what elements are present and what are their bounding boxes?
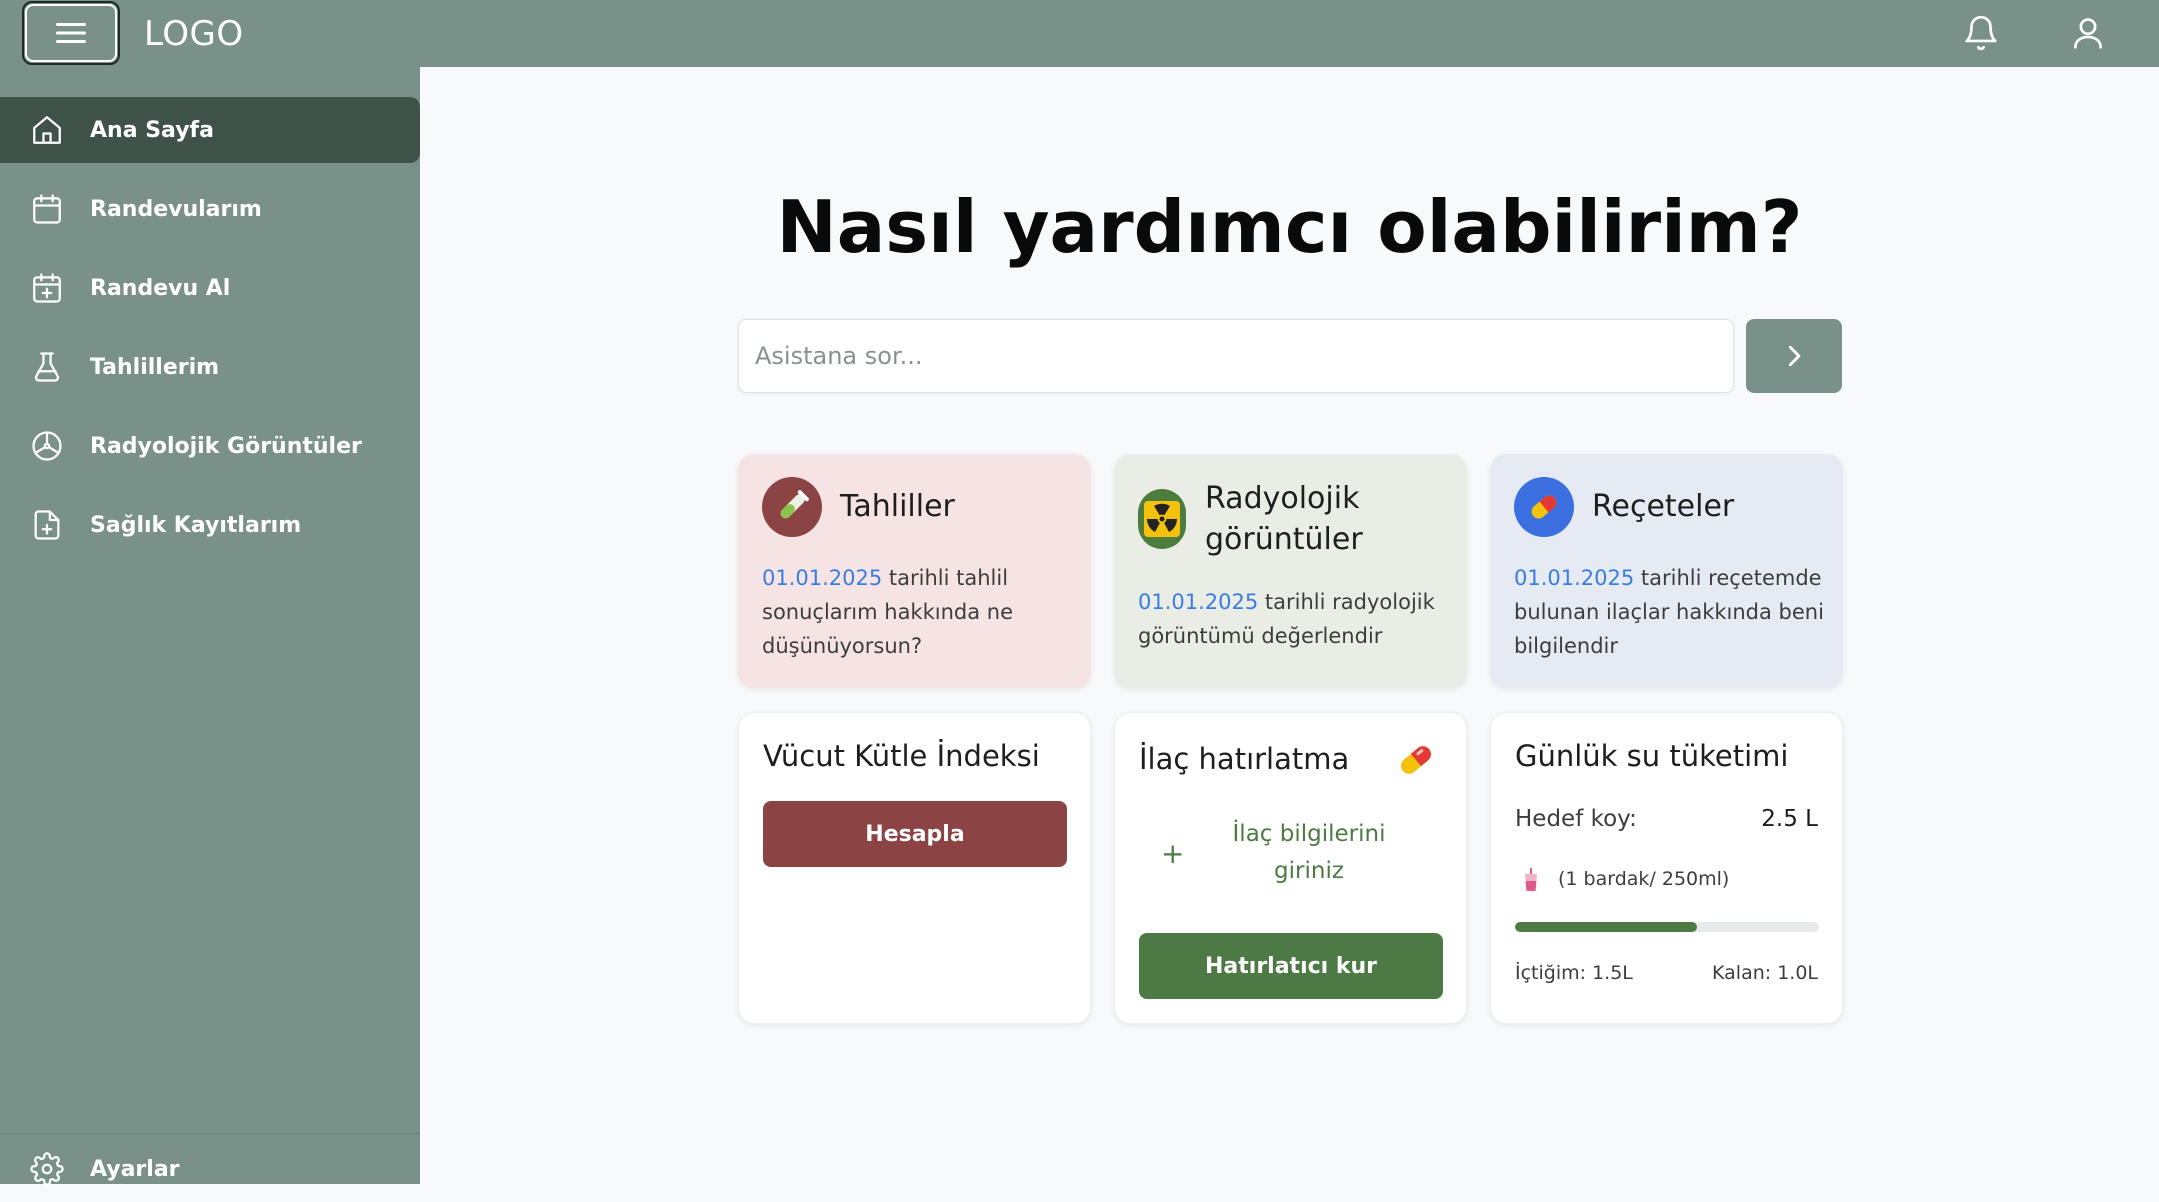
sidebar-item-label: Radyolojik Görüntüler [90,433,362,459]
suggestion-card-tahliller[interactable]: Tahliller 01.01.2025 tarihli tahlil sonu… [738,454,1091,688]
pill-icon [1514,477,1574,537]
chevron-right-icon [1788,345,1801,367]
water-progress-bar [1515,922,1819,932]
medication-title: İlaç hatırlatma [1139,742,1350,776]
add-medication-text: İlaç bilgilerini giriniz [1232,821,1386,884]
remaining-text: Kalan: 1.0L [1712,962,1818,984]
sidebar-item-randevu-al[interactable]: Randevu Al [0,255,420,321]
sidebar-item-ayarlar[interactable]: Ayarlar [0,1136,420,1202]
card-date: 01.01.2025 [1514,566,1635,590]
card-title: Radyolojik görüntüler [1205,481,1363,557]
target-value[interactable]: 2.5 L [1761,806,1818,832]
flask-icon [34,352,60,382]
plus-icon: + [1161,836,1185,870]
bell-icon[interactable] [1962,14,2000,52]
sidebar-item-label: Randevularım [90,196,262,222]
card-title: Tahliller [840,489,955,524]
card-text: 01.01.2025 tarihli tahlil sonuçlarım hak… [762,566,1014,658]
home-icon [33,116,61,144]
calculate-button[interactable]: Hesapla [763,801,1067,867]
water-consumption-card: Günlük su tüketimi Hedef koy: 2.5 L (1 b… [1490,712,1843,1024]
drank-text: İçtiğim: 1.5L [1515,962,1633,984]
sidebar-item-saglik-kayitlarim[interactable]: Sağlık Kayıtlarım [0,492,420,558]
bmi-title: Vücut Kütle İndeksi [763,739,1040,773]
cup-text: (1 bardak/ 250ml) [1558,868,1730,890]
bmi-card: Vücut Kütle İndeksi Hesapla [738,712,1091,1024]
suggestion-card-receteler[interactable]: Reçeteler 01.01.2025 tarihli reçetemde b… [1490,454,1843,688]
water-progress-fill [1515,922,1698,932]
radiation-icon [1138,489,1186,549]
logo: LOGO [144,14,244,54]
cup-icon [1525,868,1537,891]
suggestion-card-radyolojik[interactable]: Radyolojik görüntüler 01.01.2025 tarihli… [1114,454,1467,688]
sidebar-item-label: Sağlık Kayıtlarım [90,512,302,538]
sidebar-divider [0,1133,420,1134]
sidebar-item-label: Ayarlar [90,1156,180,1182]
card-text: 01.01.2025 tarihli radyolojik görüntümü … [1138,590,1435,648]
gear-icon [30,1152,64,1186]
calendar-icon [33,194,61,224]
sidebar-item-radyolojik-goruntuler[interactable]: Radyolojik Görüntüler [0,413,420,479]
card-title: Reçeteler [1592,489,1735,524]
menu-button[interactable] [22,1,120,65]
set-reminder-button[interactable]: Hatırlatıcı kur [1139,933,1443,999]
medication-reminder-card: İlaç hatırlatma + İlaç bilgilerini girin… [1114,712,1467,1024]
sidebar-item-ana-sayfa[interactable]: Ana Sayfa [0,97,420,163]
calendar-plus-icon [33,273,61,303]
sidebar-item-label: Ana Sayfa [90,117,214,143]
page-title: Nasıl yardımcı olabilirim? [776,185,1803,269]
sidebar-item-randevularim[interactable]: Randevularım [0,176,420,242]
file-plus-icon [34,510,60,540]
water-title: Günlük su tüketimi [1515,739,1789,773]
card-date: 01.01.2025 [762,566,883,590]
sidebar: Ana Sayfa Randevularım Randevu Al Tahlil… [0,67,420,1186]
hamburger-icon [56,23,86,43]
radiology-icon [32,431,62,461]
send-button[interactable] [1746,319,1842,393]
user-icon[interactable] [2069,14,2107,52]
card-date: 01.01.2025 [1138,590,1259,614]
top-bar: LOGO [0,0,2159,67]
card-text: 01.01.2025 tarihli reçetemde bulunan ila… [1514,566,1824,658]
search-input[interactable] [738,319,1734,393]
sidebar-item-label: Tahlillerim [90,354,220,380]
test-tube-icon [762,477,822,537]
add-medication-link[interactable]: + İlaç bilgilerini giriniz [1139,813,1443,893]
pill-icon [1401,746,1431,774]
sidebar-item-label: Randevu Al [90,275,231,301]
sidebar-item-tahlillerim[interactable]: Tahlillerim [0,334,420,400]
target-label: Hedef koy: [1515,806,1637,832]
